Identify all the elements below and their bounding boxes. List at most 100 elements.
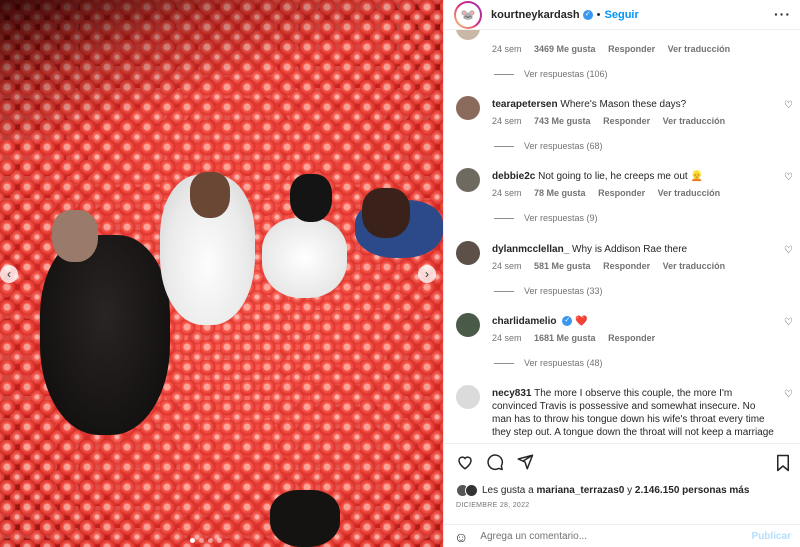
verified-icon: ✓: [562, 316, 573, 327]
comment-meta: 24 sem 1681 Me gusta Responder: [492, 333, 665, 343]
like-heart-icon[interactable]: [456, 453, 474, 471]
like-comment-heart-icon[interactable]: ♡: [784, 389, 793, 400]
view-replies-button[interactable]: Ver respuestas (48): [494, 358, 603, 368]
replies-line: [494, 362, 514, 364]
replies-label: Ver respuestas (106): [524, 69, 608, 79]
comment-time: 24 sem: [492, 333, 522, 343]
comment-likes[interactable]: 1681 Me gusta: [534, 333, 596, 343]
comment-body: Not going to lie, he creeps me out 👱: [538, 171, 703, 182]
mickey-avatar-icon: 🐭: [456, 2, 480, 27]
likes-user[interactable]: mariana_terrazas0: [537, 485, 625, 496]
publish-button[interactable]: Publicar: [752, 531, 791, 542]
comments-list[interactable]: 24 sem 3469 Me gusta Responder Ver tradu…: [444, 30, 800, 442]
likes-conjunction: y: [627, 485, 633, 496]
comment-likes[interactable]: 581 Me gusta: [534, 261, 591, 271]
post-panel: 🐭 kourtneykardash ✓ • Seguir ··· 24 sem …: [443, 0, 800, 547]
liker-avatar: [465, 484, 478, 497]
replies-label: Ver respuestas (9): [524, 213, 598, 223]
add-comment-bar: ☺ Publicar: [444, 524, 800, 547]
comment-avatar[interactable]: [456, 168, 480, 192]
photo-shadow: [0, 0, 443, 140]
person-girl-head: [190, 172, 230, 218]
person-woman-head: [290, 174, 332, 222]
reply-button[interactable]: Responder: [598, 188, 645, 198]
likes-summary[interactable]: Les gusta a mariana_terrazas0 y 2.146.15…: [456, 484, 749, 497]
comment-body: The more I observe this couple, the more…: [492, 388, 774, 438]
post-username[interactable]: kourtneykardash: [491, 9, 580, 21]
post-date: DICIEMBRE 28, 2022: [456, 502, 530, 509]
verified-icon: ✓: [582, 9, 593, 20]
view-replies-button[interactable]: Ver respuestas (68): [494, 141, 603, 151]
comment-time: 24 sem: [492, 44, 522, 54]
replies-line: [494, 217, 514, 219]
comment-username[interactable]: tearapetersen: [492, 99, 558, 110]
replies-line: [494, 73, 514, 75]
comment-input[interactable]: [480, 531, 752, 542]
person-teen-head: [362, 188, 410, 238]
reply-button[interactable]: Responder: [608, 333, 655, 343]
likes-prefix: Les gusta a: [482, 485, 534, 496]
likes-count[interactable]: 2.146.150 personas más: [635, 485, 750, 496]
follow-button[interactable]: Seguir: [605, 9, 639, 21]
comment-likes[interactable]: 78 Me gusta: [534, 188, 586, 198]
carousel-dot: [217, 538, 222, 543]
comment-meta: 24 sem 3469 Me gusta Responder Ver tradu…: [492, 44, 740, 54]
comment-text: debbie2c Not going to lie, he creeps me …: [492, 170, 777, 183]
replies-label: Ver respuestas (33): [524, 286, 603, 296]
comment-text: charlidamelio ✓ ❤️: [492, 315, 777, 328]
comment-likes[interactable]: 743 Me gusta: [534, 116, 591, 126]
comment-body: ❤️: [575, 316, 588, 327]
person-bottom: [270, 490, 340, 547]
comment-avatar[interactable]: [456, 30, 480, 40]
share-paper-plane-icon[interactable]: [516, 453, 534, 471]
person-woman: [262, 218, 347, 298]
comment-body: Why is Addison Rae there: [572, 244, 688, 255]
translate-button[interactable]: Ver traducción: [658, 188, 721, 198]
comment-bubble-icon[interactable]: [486, 453, 504, 471]
post-photo[interactable]: ‹ ›: [0, 0, 443, 547]
like-comment-heart-icon[interactable]: ♡: [784, 172, 793, 183]
reply-button[interactable]: Responder: [603, 261, 650, 271]
carousel-dots: [190, 538, 222, 543]
comment-time: 24 sem: [492, 188, 522, 198]
replies-line: [494, 290, 514, 292]
translate-button[interactable]: Ver traducción: [663, 116, 726, 126]
like-comment-heart-icon[interactable]: ♡: [784, 317, 793, 328]
translate-button[interactable]: Ver traducción: [668, 44, 731, 54]
like-comment-heart-icon[interactable]: ♡: [784, 245, 793, 256]
next-image-button[interactable]: ›: [418, 265, 436, 283]
profile-avatar[interactable]: 🐭: [454, 0, 482, 29]
action-icons: [456, 453, 534, 471]
comment-likes[interactable]: 3469 Me gusta: [534, 44, 596, 54]
comment-username[interactable]: charlidamelio: [492, 316, 556, 327]
carousel-dot: [208, 538, 213, 543]
translate-button[interactable]: Ver traducción: [663, 261, 726, 271]
previous-image-button[interactable]: ‹: [0, 265, 18, 283]
comment-time: 24 sem: [492, 261, 522, 271]
reply-button[interactable]: Responder: [603, 116, 650, 126]
emoji-icon[interactable]: ☺: [454, 529, 468, 545]
view-replies-button[interactable]: Ver respuestas (9): [494, 213, 598, 223]
post-header: 🐭 kourtneykardash ✓ • Seguir ···: [444, 0, 800, 30]
replies-label: Ver respuestas (68): [524, 141, 603, 151]
reply-button[interactable]: Responder: [608, 44, 655, 54]
view-replies-button[interactable]: Ver respuestas (106): [494, 69, 608, 79]
more-options-icon[interactable]: ···: [774, 6, 791, 22]
comment-avatar[interactable]: [456, 241, 480, 265]
comment-text: tearapetersen Where's Mason these days?: [492, 98, 777, 111]
comment-text: necy831 The more I observe this couple, …: [492, 387, 777, 439]
comment-username[interactable]: necy831: [492, 388, 531, 399]
person-man: [40, 235, 170, 435]
comment-username[interactable]: debbie2c: [492, 171, 535, 182]
bookmark-icon[interactable]: [775, 454, 791, 472]
carousel-dot: [190, 538, 195, 543]
comment-meta: 24 sem 581 Me gusta Responder Ver traduc…: [492, 261, 735, 271]
comment-meta: 24 sem 743 Me gusta Responder Ver traduc…: [492, 116, 735, 126]
like-comment-heart-icon[interactable]: ♡: [784, 100, 793, 111]
default-avatar-icon[interactable]: [456, 385, 480, 409]
view-replies-button[interactable]: Ver respuestas (33): [494, 286, 603, 296]
comment-avatar[interactable]: [456, 313, 480, 337]
carousel-dot: [199, 538, 204, 543]
comment-avatar[interactable]: [456, 96, 480, 120]
comment-username[interactable]: dylanmcclellan_: [492, 244, 569, 255]
